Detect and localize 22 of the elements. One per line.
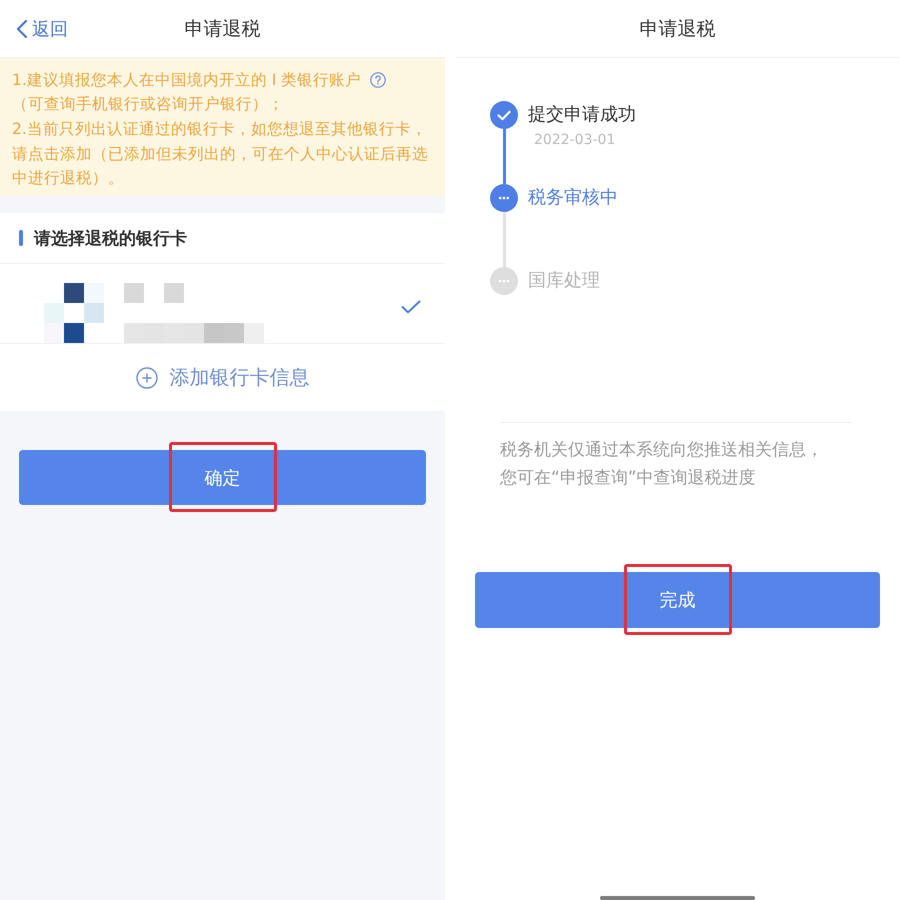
- plus-circle-icon: [136, 366, 158, 388]
- info-text: 税务机关仅通过本系统向您推送相关信息，您可在“申报查询”中查询退税进度: [500, 439, 824, 490]
- timeline-line: [502, 129, 506, 184]
- step-label: 国库处理: [528, 269, 601, 293]
- notice-text: 2.当前只列出认证通过的银行卡，如您想退至其他银行卡，请点击添加（已添加但未列出的，可在个人中心认证后再选中进行退税）。: [12, 120, 428, 187]
- confirm-button[interactable]: 确定: [19, 450, 426, 505]
- step-label: 提交申请成功: [528, 103, 637, 127]
- help-icon[interactable]: [370, 72, 386, 88]
- notice-text: （可查询手机银行或咨询开户银行）；: [12, 94, 285, 115]
- add-card-button[interactable]: 添加银行卡信息: [0, 344, 445, 411]
- step-date: 2022-03-01: [534, 131, 616, 150]
- done-button[interactable]: 完成: [475, 572, 880, 628]
- notice-text: 1.建议填报您本人在中国境内开立的 I 类银行账户: [12, 70, 362, 89]
- section-marker: [19, 230, 23, 246]
- section-title: 请选择退税的银行卡: [34, 228, 187, 250]
- back-button[interactable]: 返回: [16, 16, 68, 40]
- step-label: 税务审核中: [528, 186, 619, 210]
- page-title: 申请退税: [184, 16, 260, 42]
- check-icon: [401, 300, 421, 314]
- pixelated-logo-drawing: [44, 283, 104, 343]
- back-chevron-icon: [16, 20, 28, 38]
- page-title: 申请退税: [640, 16, 716, 42]
